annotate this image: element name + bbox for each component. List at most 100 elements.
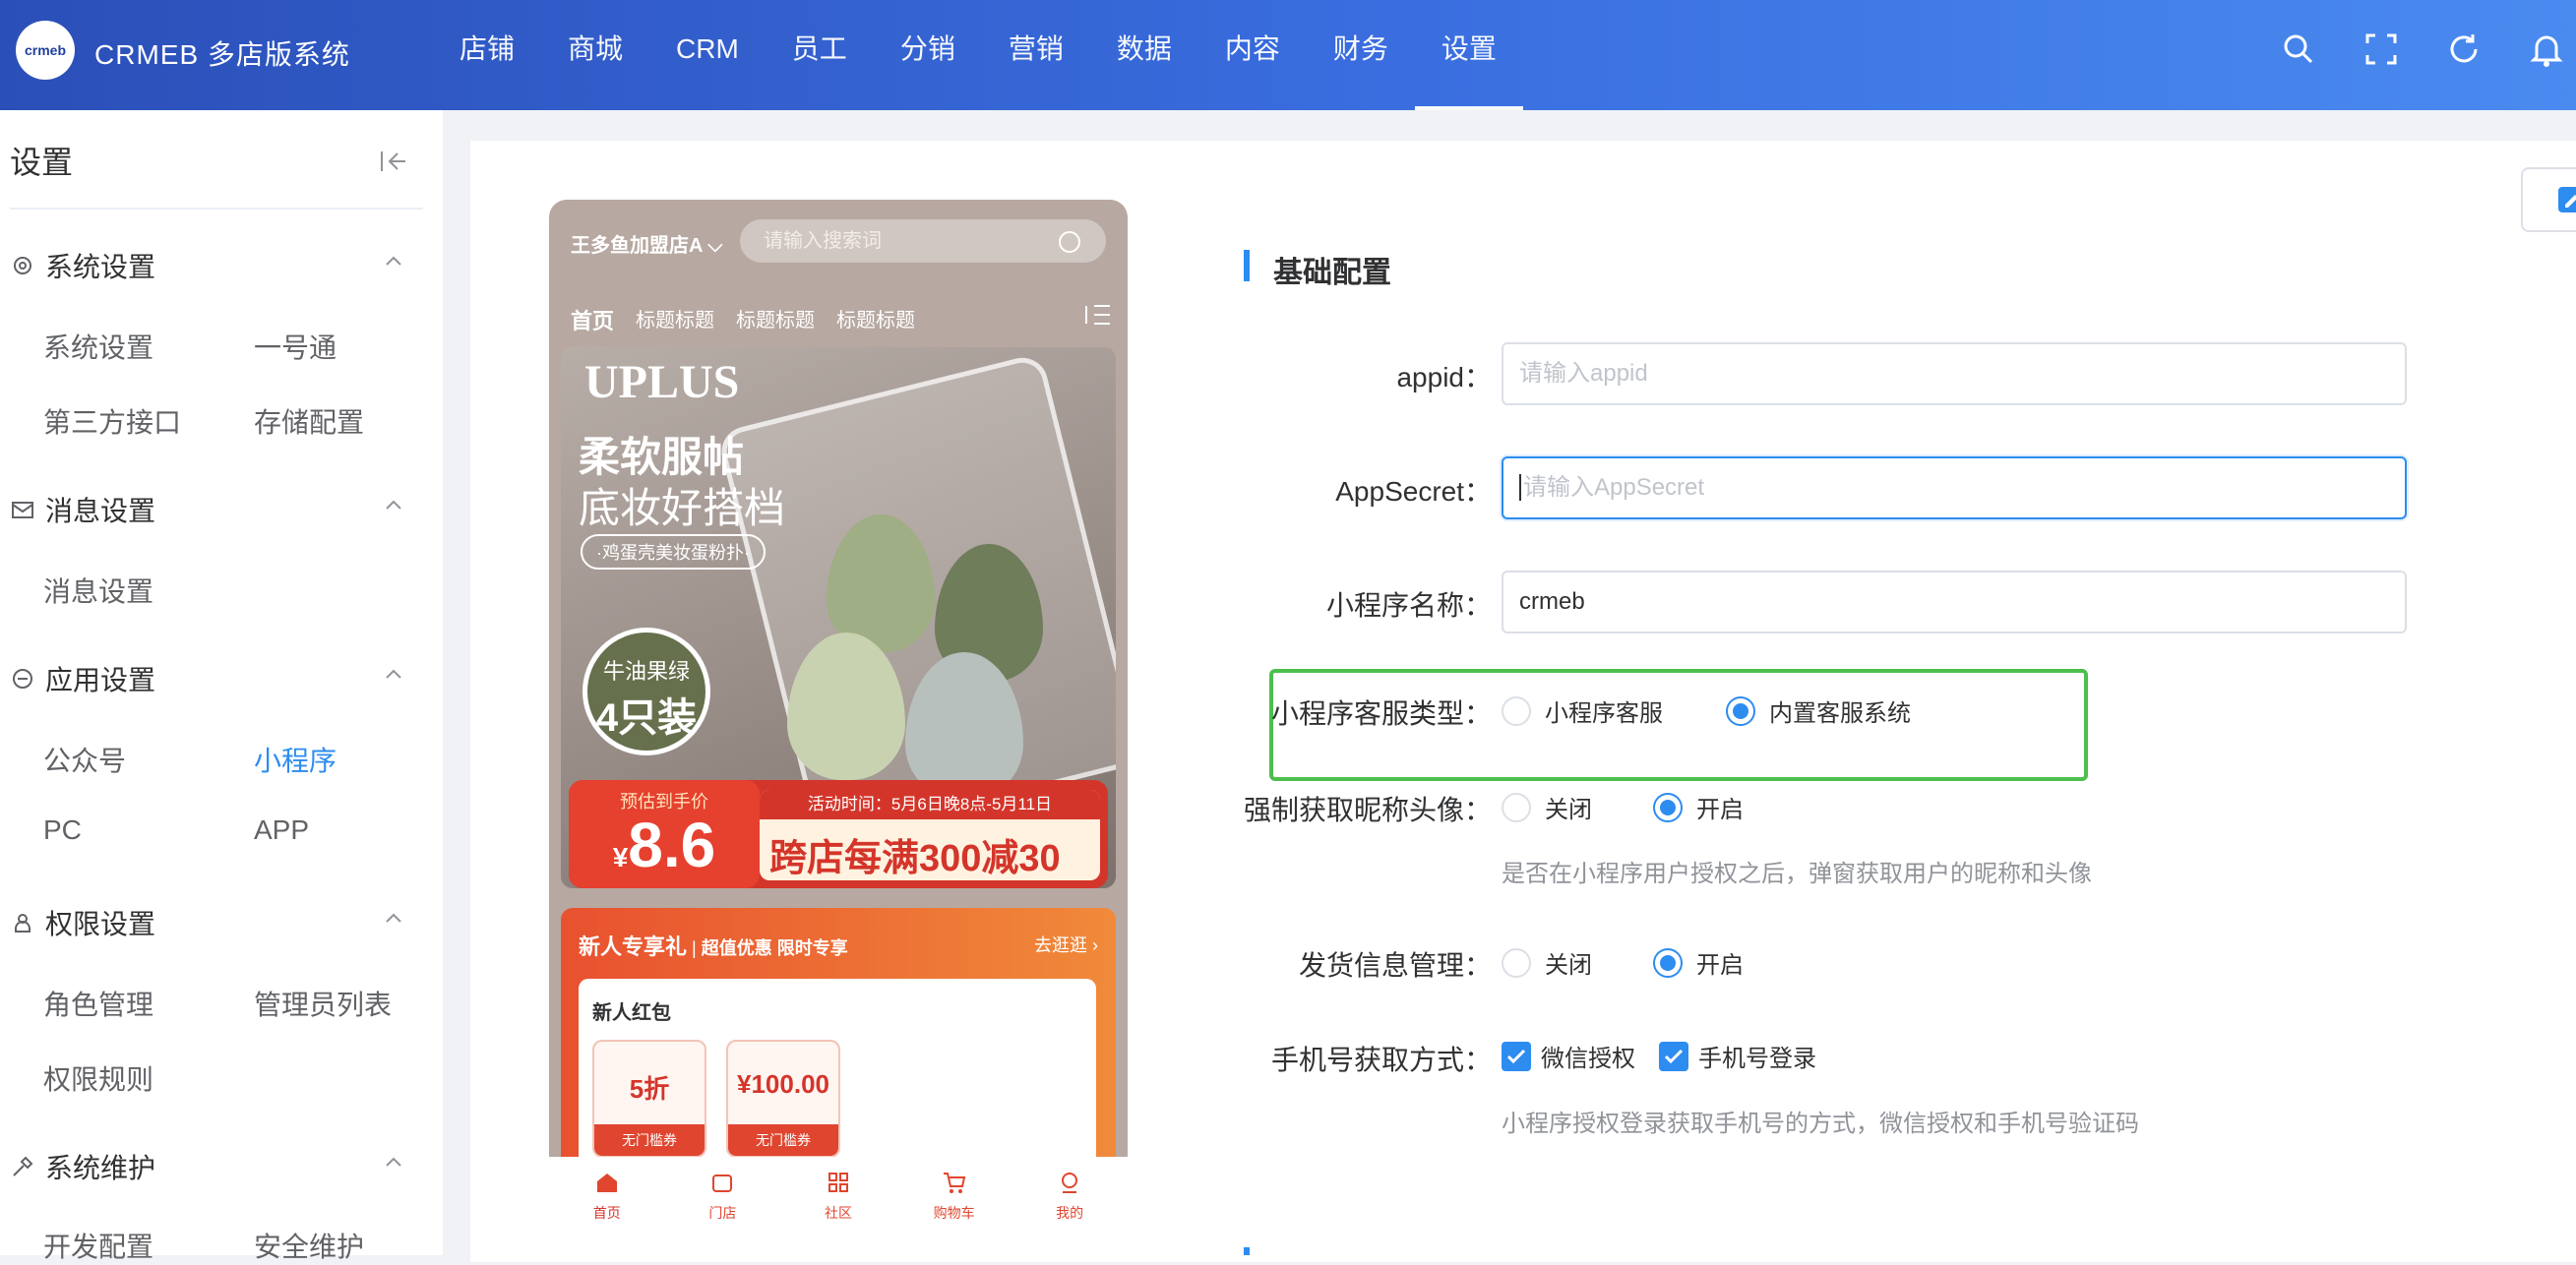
menu-item-security[interactable]: 安全维护 xyxy=(254,1226,364,1265)
tabbar-store[interactable]: 门店 xyxy=(665,1157,781,1255)
nav-mall[interactable]: 商城 xyxy=(541,0,649,110)
radio-shipping-on[interactable]: 开启 xyxy=(1653,945,1744,980)
shop-name[interactable]: 王多鱼加盟店A ⌵ xyxy=(571,229,722,258)
sidebar-divider xyxy=(10,208,423,210)
menu-item-system-settings[interactable]: 系统设置 xyxy=(43,327,153,366)
nav-data[interactable]: 数据 xyxy=(1090,0,1198,110)
price-box: 预估到手价 ¥8.6 xyxy=(569,780,760,888)
phone-tab[interactable]: 标题标题 xyxy=(636,304,714,335)
nav-marketing[interactable]: 营销 xyxy=(982,0,1090,110)
radio-mini-service[interactable]: 小程序客服 xyxy=(1502,693,1663,728)
refresh-icon[interactable] xyxy=(2444,30,2484,69)
chevron-up-icon xyxy=(386,500,401,510)
radio-circle-checked xyxy=(1653,792,1683,822)
nav-store[interactable]: 店铺 xyxy=(433,0,541,110)
chevron-down-icon: ⌵ xyxy=(707,235,723,257)
phone-tab[interactable]: 标题标题 xyxy=(836,304,915,335)
menu-group-permission[interactable]: 权限设置 xyxy=(10,903,403,942)
coupon-tag: 无门槛券 xyxy=(728,1124,838,1156)
promo-banner[interactable]: UPLUS 柔软服帖 底妆好搭档 ·鸡蛋壳美妆蛋粉扑· 牛油果绿 4只装 预估到… xyxy=(561,347,1116,888)
chevron-right-icon: › xyxy=(1092,935,1098,955)
nav-staff[interactable]: 员工 xyxy=(766,0,874,110)
menu-item-official-account[interactable]: 公众号 xyxy=(43,740,126,779)
fullscreen-icon[interactable] xyxy=(2361,30,2401,69)
go-shopping-link[interactable]: 去逛逛 › xyxy=(1034,932,1098,957)
mini-name-input[interactable]: crmeb xyxy=(1502,571,2407,633)
tabbar-home[interactable]: 首页 xyxy=(549,1157,665,1255)
nav-content[interactable]: 内容 xyxy=(1198,0,1307,110)
phone-method-label: 手机号获取方式： xyxy=(1270,1045,1492,1075)
appid-input[interactable]: 请输入appid xyxy=(1502,342,2407,405)
mini-name-label: 小程序名称： xyxy=(1325,590,1492,621)
cart-icon xyxy=(943,1173,965,1193)
badge-line2: 4只装 xyxy=(595,696,698,740)
nav-crm[interactable]: CRM xyxy=(649,0,766,110)
phone-method-hint: 小程序授权登录获取手机号的方式，微信授权和手机号验证码 xyxy=(1502,1111,2139,1137)
edit-icon xyxy=(2558,187,2576,212)
search-icon xyxy=(1059,231,1080,253)
checkbox-phone-login[interactable]: 手机号登录 xyxy=(1659,1039,1816,1073)
tabbar-cart[interactable]: 购物车 xyxy=(896,1157,1012,1255)
store-icon xyxy=(712,1175,733,1192)
menu-item-role[interactable]: 角色管理 xyxy=(43,984,153,1023)
menu-group-maintenance[interactable]: 系统维护 xyxy=(10,1147,403,1186)
price-value: 8.6 xyxy=(628,810,716,880)
tabbar-community[interactable]: 社区 xyxy=(780,1157,896,1255)
nav-distribution[interactable]: 分销 xyxy=(874,0,982,110)
nav-settings[interactable]: 设置 xyxy=(1414,0,1523,110)
bell-icon[interactable] xyxy=(2527,30,2566,69)
red-packet-title: 新人红包 xyxy=(592,1002,671,1024)
menu-item-pc[interactable]: PC xyxy=(43,814,82,846)
promo-box: 活动时间：5月6日晚8点-5月11日 跨店每满300减30 xyxy=(760,790,1100,880)
tabbar-mine[interactable]: 我的 xyxy=(1012,1157,1128,1255)
search-icon[interactable] xyxy=(2279,30,2318,69)
coupon-card[interactable]: 5折 无门槛券 xyxy=(592,1040,706,1158)
nav-finance[interactable]: 财务 xyxy=(1307,0,1415,110)
appsecret-input[interactable]: 请输入AppSecret xyxy=(1502,456,2407,519)
banner-badge: 牛油果绿 4只装 xyxy=(583,628,710,755)
radio-builtin-service[interactable]: 内置客服系统 xyxy=(1726,693,1911,728)
price-strip: 预估到手价 ¥8.6 活动时间：5月6日晚8点-5月11日 跨店每满300减30 xyxy=(569,780,1108,888)
collapse-sidebar-icon[interactable] xyxy=(378,148,407,175)
menu-item-permission-rule[interactable]: 权限规则 xyxy=(43,1058,153,1098)
category-icon[interactable] xyxy=(1082,302,1114,328)
menu-item-third-party[interactable]: 第三方接口 xyxy=(43,401,181,441)
coupon-value: 5折 xyxy=(629,1074,670,1104)
check-icon xyxy=(1506,1049,1526,1063)
menu-group-system[interactable]: 系统设置 xyxy=(10,246,403,285)
phone-tabbar: 首页 门店 社区 购物车 我的 xyxy=(549,1157,1128,1255)
coupon-card[interactable]: ¥100.00 无门槛券 xyxy=(726,1040,840,1158)
menu-group-app[interactable]: 应用设置 xyxy=(10,659,403,698)
radio-shipping-off[interactable]: 关闭 xyxy=(1502,945,1592,980)
section-title: 基础配置 xyxy=(1273,257,1391,289)
menu-item-storage[interactable]: 存储配置 xyxy=(254,401,364,441)
phone-tab[interactable]: 标题标题 xyxy=(736,304,815,335)
menu-item-message-settings[interactable]: 消息设置 xyxy=(43,571,153,610)
menu-group-label: 系统维护 xyxy=(45,1153,156,1183)
check-icon xyxy=(1664,1049,1684,1063)
price-currency: ¥ xyxy=(612,842,629,873)
radio-circle xyxy=(1502,792,1531,822)
badge-line1: 牛油果绿 xyxy=(602,659,690,684)
radio-avatar-on[interactable]: 开启 xyxy=(1653,790,1744,824)
gear-icon xyxy=(14,257,31,274)
main-nav: 店铺 商城 CRM 员工 分销 营销 数据 内容 财务 设置 xyxy=(433,0,1523,110)
checkbox-checked xyxy=(1659,1041,1688,1071)
banner-tag: ·鸡蛋壳美妆蛋粉扑· xyxy=(581,534,766,570)
chevron-up-icon xyxy=(386,256,401,266)
checkbox-checked xyxy=(1502,1041,1531,1071)
force-avatar-label: 强制获取昵称头像： xyxy=(1243,795,1492,825)
appid-placeholder: 请输入appid xyxy=(1519,360,1648,387)
force-avatar-hint: 是否在小程序用户授权之后，弹窗获取用户的昵称和头像 xyxy=(1502,861,2092,887)
menu-item-admin-list[interactable]: 管理员列表 xyxy=(254,984,392,1023)
radio-avatar-off[interactable]: 关闭 xyxy=(1502,790,1592,824)
phone-search-input[interactable]: 请输入搜索词 xyxy=(740,219,1106,263)
checkbox-wechat-auth[interactable]: 微信授权 xyxy=(1502,1039,1635,1073)
phone-tab[interactable]: 首页 xyxy=(571,304,614,335)
float-edit-button[interactable] xyxy=(2521,167,2576,232)
menu-item-mini-program[interactable]: 小程序 xyxy=(254,740,337,779)
menu-item-dev-config[interactable]: 开发配置 xyxy=(43,1226,153,1265)
menu-item-yihaotong[interactable]: 一号通 xyxy=(254,327,337,366)
menu-group-message[interactable]: 消息设置 xyxy=(10,490,403,529)
menu-item-app[interactable]: APP xyxy=(254,814,309,846)
